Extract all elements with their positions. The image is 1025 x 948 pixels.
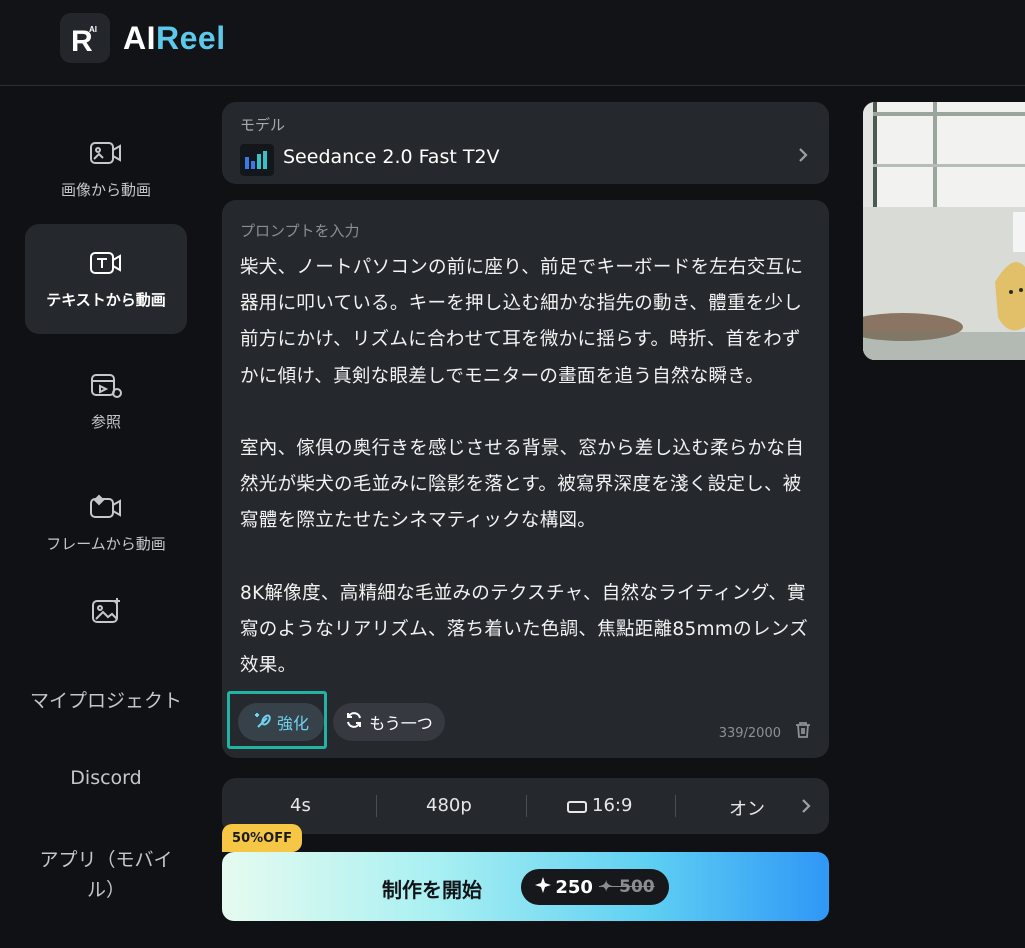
sidebar-link-mobile-app[interactable]: アプリ（モバイル） — [36, 845, 176, 905]
credit-cost: 250 ✦ 500 — [521, 869, 669, 905]
prompt-panel: プロンプトを入力 柴犬、ノートパソコンの前に座り、前足でキーボードを左右交互に器… — [222, 200, 829, 758]
enhance-button[interactable]: 強化 — [238, 703, 324, 741]
sidebar-link-my-projects[interactable]: マイプロジェクト — [0, 686, 212, 713]
prompt-input[interactable]: 柴犬、ノートパソコンの前に座り、前足でキーボードを左右交互に器用に叩いている。キ… — [240, 250, 812, 684]
aspect-ratio-setting[interactable]: 16:9 — [592, 795, 632, 816]
chevron-right-icon[interactable] — [801, 798, 811, 818]
another-label: もう一つ — [369, 714, 433, 733]
character-count: 339/2000 — [718, 726, 781, 741]
prompt-label: プロンプトを入力 — [240, 222, 360, 240]
preview-video-thumbnail[interactable] — [863, 102, 1025, 360]
sidebar: 画像から動画 テキストから動画 参照 フレームから動画 マイプロジェクト Dis… — [0, 86, 212, 948]
sidebar-item-label: テキストから動画 — [46, 290, 166, 309]
model-label: モデル — [240, 116, 286, 134]
credit-cost-original: ✦ 500 — [598, 877, 655, 897]
sidebar-item-text-to-video[interactable]: テキストから動画 — [25, 224, 187, 334]
discount-badge: 50%OFF — [222, 824, 302, 852]
sidebar-item-label: 画像から動画 — [60, 180, 151, 199]
chevron-right-icon — [797, 146, 809, 168]
trash-icon[interactable] — [795, 721, 811, 743]
start-label: 制作を開始 — [382, 878, 482, 902]
app-name[interactable]: AIReel — [123, 20, 226, 57]
text-video-icon — [88, 249, 124, 279]
enhance-label: 強化 — [276, 714, 309, 733]
sidebar-item-image-to-video[interactable]: 画像から動画 — [25, 114, 187, 224]
sparkle-icon — [535, 876, 552, 898]
sidebar-item-label: フレームから動画 — [46, 534, 166, 553]
start-creation-button[interactable]: 制作を開始 250 ✦ 500 — [222, 852, 829, 921]
duration-setting[interactable]: 4s — [290, 795, 311, 816]
seedance-logo-icon — [240, 144, 274, 176]
frame-video-icon — [88, 493, 124, 523]
image-sparkle-icon — [88, 596, 124, 626]
divider — [376, 795, 377, 817]
svg-text:AI: AI — [89, 25, 97, 34]
top-header: R AI AIReel — [0, 0, 1025, 86]
audio-toggle-setting[interactable]: オン — [729, 795, 765, 821]
image-video-icon — [88, 139, 124, 169]
app-logo-icon[interactable]: R AI — [60, 13, 110, 63]
sidebar-item-label: 参照 — [90, 412, 121, 431]
resolution-setting[interactable]: 480p — [426, 795, 472, 816]
divider — [675, 795, 676, 817]
sidebar-item-reference[interactable]: 参照 — [25, 346, 187, 456]
another-button[interactable]: もう一つ — [333, 703, 445, 741]
sidebar-link-discord[interactable]: Discord — [0, 767, 212, 789]
sidebar-item-image-edit[interactable] — [25, 576, 187, 656]
refresh-icon — [345, 711, 363, 733]
reference-icon — [88, 371, 124, 401]
generation-settings: 4s 480p 16:9 オン — [222, 778, 829, 834]
sidebar-item-frame-to-video[interactable]: フレームから動画 — [25, 468, 187, 578]
aspect-ratio-icon — [567, 799, 587, 818]
credit-cost-current: 250 — [555, 876, 593, 898]
model-selector[interactable]: モデル Seedance 2.0 Fast T2V — [222, 102, 829, 184]
divider — [526, 795, 527, 817]
model-name: Seedance 2.0 Fast T2V — [283, 146, 500, 168]
magic-wand-icon — [253, 711, 273, 733]
